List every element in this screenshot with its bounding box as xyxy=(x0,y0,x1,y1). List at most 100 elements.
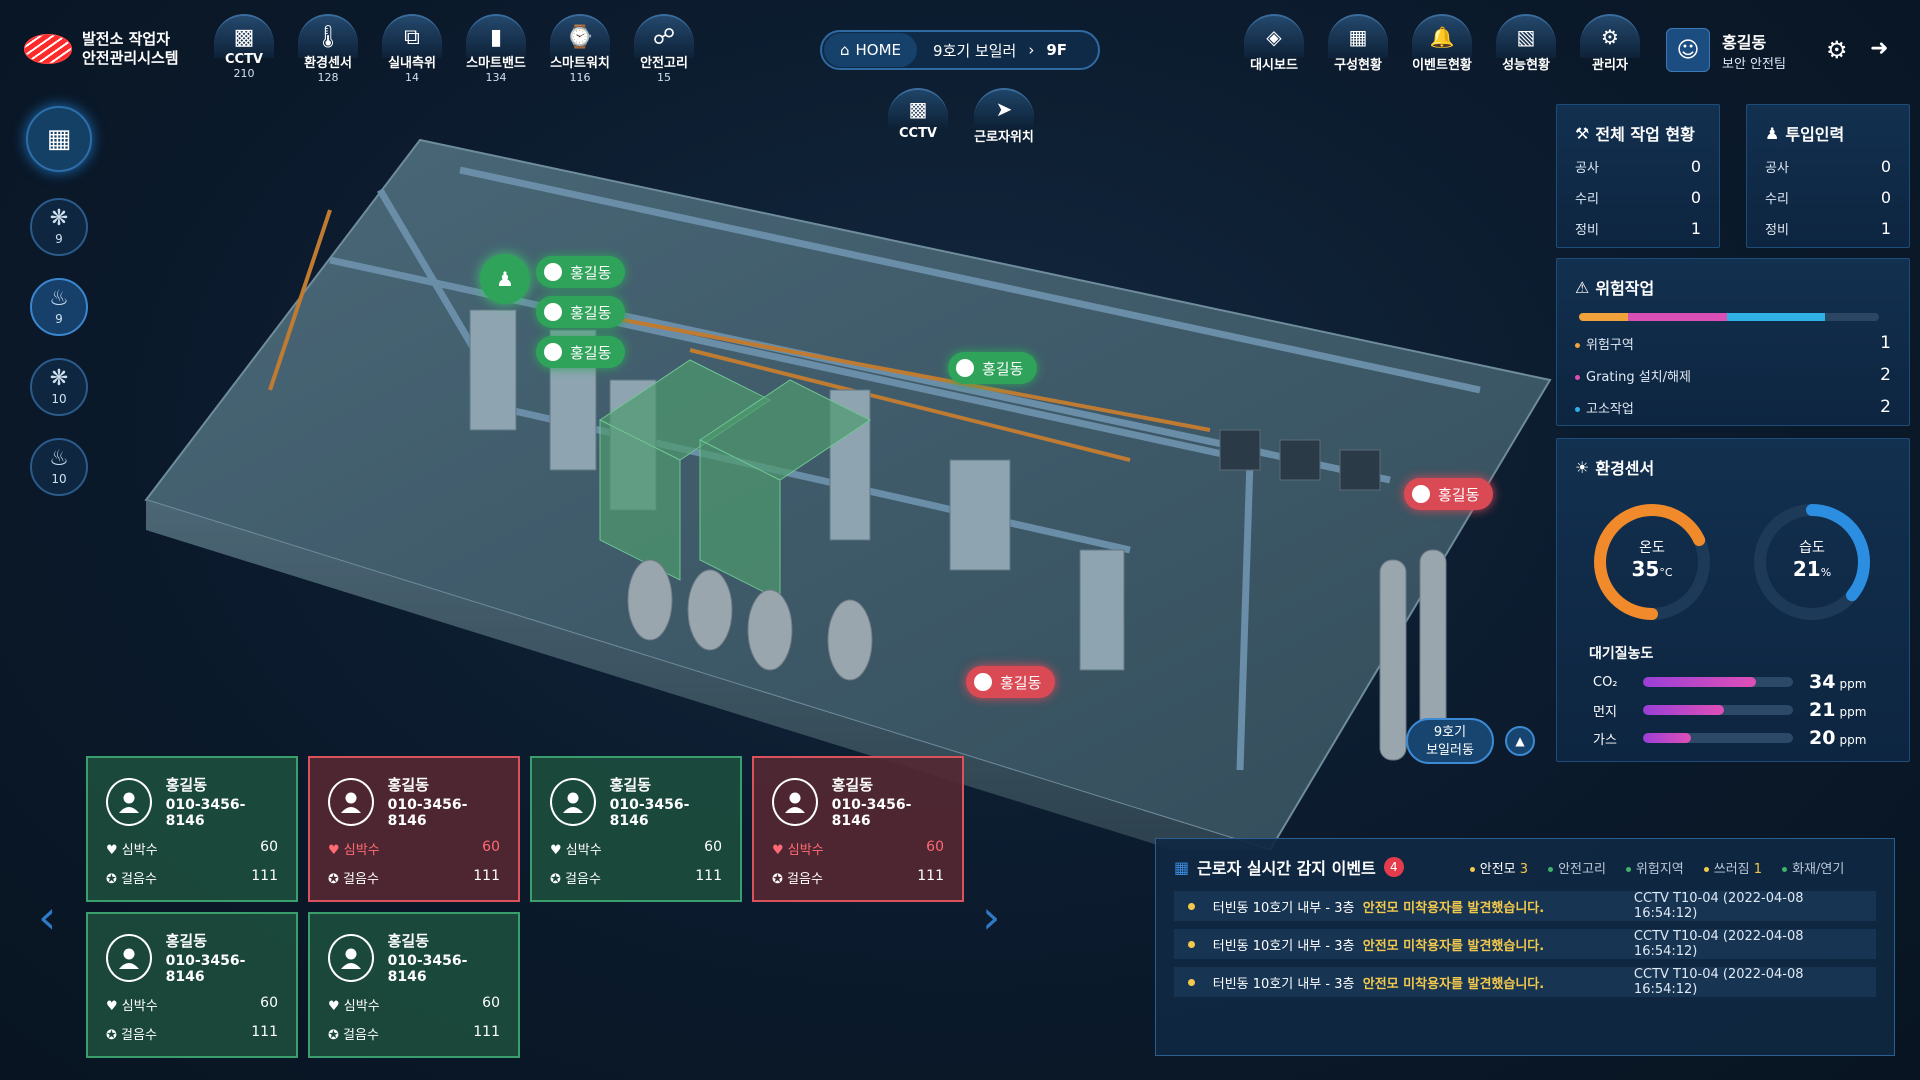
apps-grid-icon[interactable]: ▦ xyxy=(26,106,92,172)
work-status-panel: ⚒ 전체 작업 현황 공사 0 수리 0 정비 1 xyxy=(1556,104,1720,248)
sidebar-item-fan-9[interactable]: ❋ 9 xyxy=(30,198,88,256)
sensor-count: 14 xyxy=(405,71,419,84)
worker-group-icon[interactable]: ♟ xyxy=(480,254,530,304)
fan-icon: ❋ xyxy=(49,366,69,391)
dot-icon xyxy=(1575,342,1580,348)
heart-icon: ♥ xyxy=(328,999,340,1014)
worker-marker[interactable]: 홍길동 xyxy=(536,296,626,328)
person-avatar-icon xyxy=(106,933,152,982)
steps-row: ✪ 걸음수 111 xyxy=(328,868,500,887)
worker-marker-alert[interactable]: 홍길동 xyxy=(966,666,1056,698)
tab-safety-hook[interactable]: 안전고리 xyxy=(1548,858,1606,877)
admin-icon: ⚙ xyxy=(1580,14,1640,58)
tab-fall[interactable]: 쓰러짐 1 xyxy=(1703,858,1762,877)
dot-icon xyxy=(1782,866,1788,872)
tab-danger-zone[interactable]: 위험지역 xyxy=(1625,858,1684,877)
sensor-toolbar: ▩ CCTV 210 🌡 환경센서 128 ⧉ 실내측위 14 ▮ 스마트밴드 … xyxy=(212,14,696,84)
nav-admin[interactable]: ⚙ 관리자 xyxy=(1578,14,1642,73)
nav-dashboard[interactable]: ◈ 대시보드 xyxy=(1242,14,1306,73)
footprint-icon: ✪ xyxy=(106,1028,117,1043)
worker-card[interactable]: 홍길동 010-3456-8146 ♥ 심박수 60 ✪ 걸음수 111 xyxy=(308,912,520,1058)
heart-icon: ♥ xyxy=(772,843,784,858)
event-row[interactable]: 터빈동 10호기 내부 - 3층 안전모 미착용자를 발견했습니다. CCTV T1… xyxy=(1174,967,1876,997)
person-avatar-icon xyxy=(328,933,374,982)
flame-icon: ♨ xyxy=(49,286,69,311)
person-icon xyxy=(1412,485,1430,503)
event-row[interactable]: 터빈동 10호기 내부 - 3층 안전모 미착용자를 발견했습니다. CCTV T1… xyxy=(1174,929,1876,959)
dot-icon xyxy=(1575,406,1580,412)
footprint-icon: ✪ xyxy=(328,872,339,887)
sidebar-item-fan-10[interactable]: ❋ 10 xyxy=(30,358,88,416)
worker-marker[interactable]: 홍길동 xyxy=(948,352,1038,384)
event-row[interactable]: 터빈동 10호기 내부 - 3층 안전모 미착용자를 발견했습니다. CCTV T1… xyxy=(1174,891,1876,921)
danger-row: 고소작업 2 xyxy=(1575,397,1891,417)
next-page-chevron-icon[interactable]: › xyxy=(982,890,1000,944)
tab-helmet[interactable]: 안전모 3 xyxy=(1469,858,1528,877)
dot-icon xyxy=(1575,374,1580,380)
worker-phone: 010-3456-8146 xyxy=(387,953,468,985)
sensor-count: 116 xyxy=(569,71,591,84)
worker-card[interactable]: 홍길동 010-3456-8146 ♥ 심박수 60 ✪ 걸음수 111 xyxy=(752,756,964,902)
air-quality-row: 가스 20 ppm xyxy=(1593,727,1867,749)
person-icon xyxy=(956,359,974,377)
settings-gear-icon[interactable]: ⚙ xyxy=(1826,36,1848,64)
worker-name: 홍길동 xyxy=(165,776,208,794)
sensor-indoor-positioning[interactable]: ⧉ 실내측위 14 xyxy=(380,14,444,84)
sun-icon: ☀ xyxy=(1575,457,1590,477)
sensor-smart-watch[interactable]: ⌚ 스마트워치 116 xyxy=(548,14,612,84)
breadcrumb: ⌂ HOME 9호기 보일러 › 9F xyxy=(820,30,1100,70)
grid-icon: ▦ xyxy=(1174,857,1190,877)
floor-up-icon[interactable]: ▲ xyxy=(1505,726,1535,756)
worker-name: 홍길동 xyxy=(165,932,208,950)
danger-work-panel: ⚠ 위험작업 위험구역 1 Grating 설치/해제 2 고소작업 2 xyxy=(1556,258,1910,426)
sensor-cctv[interactable]: ▩ CCTV 210 xyxy=(212,14,276,84)
worker-card[interactable]: 홍길동 010-3456-8146 ♥ 심박수 60 ✪ 걸음수 111 xyxy=(530,756,742,902)
heart-rate-row: ♥ 심박수 60 xyxy=(106,839,278,858)
main-nav: ◈ 대시보드 ▦ 구성현황 🔔 이벤트현황 ▧ 성능현황 ⚙ 관리자 xyxy=(1242,14,1642,73)
sensor-safety-hook[interactable]: ☍ 안전고리 15 xyxy=(632,14,696,84)
breadcrumb-home[interactable]: ⌂ HOME xyxy=(824,33,918,67)
person-avatar-icon xyxy=(106,777,152,826)
events-title: 근로자 실시간 감지 이벤트 xyxy=(1197,859,1376,878)
worker-card[interactable]: 홍길동 010-3456-8146 ♥ 심박수 60 ✪ 걸음수 111 xyxy=(308,756,520,902)
brand-logo xyxy=(24,34,72,64)
sensor-smart-band[interactable]: ▮ 스마트밴드 134 xyxy=(464,14,528,84)
worker-card[interactable]: 홍길동 010-3456-8146 ♥ 심박수 60 ✪ 걸음수 111 xyxy=(86,756,298,902)
user-profile[interactable]: ☺ 홍길동 보안 안전팀 xyxy=(1666,28,1786,72)
user-avatar-icon: ☺ xyxy=(1666,28,1710,72)
brand[interactable]: 발전소 작업자 안전관리시스템 xyxy=(24,30,179,68)
air-quality-row: 먼지 21 ppm xyxy=(1593,699,1867,721)
prev-page-chevron-icon[interactable]: ‹ xyxy=(38,890,56,944)
humidity-readout: 습도 21% xyxy=(1792,540,1832,581)
worker-marker[interactable]: 홍길동 xyxy=(536,256,626,288)
worker-phone: 010-3456-8146 xyxy=(387,797,468,829)
plant-3d-view[interactable] xyxy=(130,130,1560,850)
temperature-readout: 온도 35°C xyxy=(1631,540,1673,581)
worker-marker[interactable]: 홍길동 xyxy=(536,336,626,368)
people-icon: ♟ xyxy=(1765,123,1780,143)
worker-marker-alert[interactable]: 홍길동 xyxy=(1404,478,1494,510)
heart-rate-row: ♥ 심박수 60 xyxy=(328,839,500,858)
user-name: 홍길동 xyxy=(1722,32,1767,52)
nav-composition[interactable]: ▦ 구성현황 xyxy=(1326,14,1390,73)
dot-icon xyxy=(1469,866,1475,872)
danger-ratio-bar xyxy=(1579,313,1879,321)
breadcrumb-floor[interactable]: 9F xyxy=(1046,41,1067,59)
bar-chart-icon: ▧ xyxy=(1496,14,1556,58)
logout-icon[interactable]: ➜ xyxy=(1870,36,1888,61)
sensor-env[interactable]: 🌡 환경센서 128 xyxy=(296,14,360,84)
dot-icon xyxy=(1625,866,1631,872)
building-label[interactable]: 9호기 보일러동 xyxy=(1406,718,1494,764)
brand-title: 발전소 작업자 안전관리시스템 xyxy=(82,30,179,67)
nav-events[interactable]: 🔔 이벤트현황 xyxy=(1410,14,1474,73)
tab-fire-smoke[interactable]: 화재/연기 xyxy=(1782,858,1844,877)
aq-bar-fill xyxy=(1643,733,1691,743)
sidebar-item-boiler-10[interactable]: ♨ 10 xyxy=(30,438,88,496)
nav-performance[interactable]: ▧ 성능현황 xyxy=(1494,14,1558,73)
fan-icon: ❋ xyxy=(49,206,69,231)
worker-name: 홍길동 xyxy=(387,932,430,950)
sidebar-item-boiler-9[interactable]: ♨ 9 xyxy=(30,278,88,336)
worker-card[interactable]: 홍길동 010-3456-8146 ♥ 심박수 60 ✪ 걸음수 111 xyxy=(86,912,298,1058)
heart-rate-row: ♥ 심박수 60 xyxy=(772,839,944,858)
breadcrumb-location[interactable]: 9호기 보일러 xyxy=(933,40,1016,61)
